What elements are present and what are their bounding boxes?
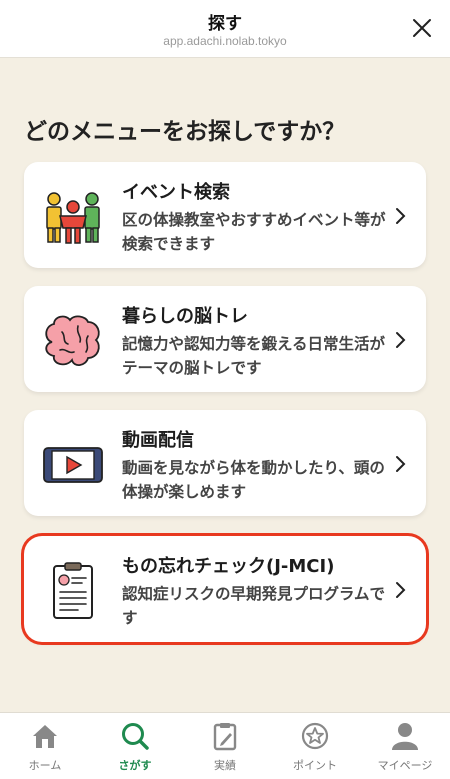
top-bar: 探す app.adachi.nolab.tokyo <box>0 0 450 58</box>
tab-records[interactable]: 実績 <box>180 713 270 779</box>
clipboard-pencil-icon <box>213 723 237 751</box>
chevron-right-icon <box>396 456 406 472</box>
tab-label: ホーム <box>28 759 62 772</box>
card-title: 暮らしの脳トレ <box>122 306 248 327</box>
chevron-right-icon <box>396 582 406 598</box>
page-url: app.adachi.nolab.tokyo <box>163 34 287 48</box>
card-description: 記憶力や認知力等を鍛える日常生活がテーマの脳トレです <box>122 335 386 377</box>
card-description: 認知症リスクの早期発見プログラムです <box>122 585 386 627</box>
video-card[interactable]: 動画配信 動画を見ながら体を動かしたり、頭の体操が楽しめます <box>24 410 426 516</box>
star-icon <box>301 722 329 750</box>
person-icon <box>392 723 418 750</box>
card-description: 区の体操教室やおすすめイベント等が検索できます <box>122 211 386 253</box>
home-icon <box>33 725 57 748</box>
brain-training-card[interactable]: 暮らしの脳トレ 記憶力や認知力等を鍛える日常生活がテーマの脳トレです <box>24 286 426 392</box>
brain-icon <box>45 315 100 366</box>
tab-label: マイページ <box>377 759 433 772</box>
page-title: 探す <box>208 14 242 34</box>
clipboard-icon <box>53 562 93 619</box>
tab-mypage[interactable]: マイページ <box>360 713 450 779</box>
close-icon[interactable] <box>410 16 434 40</box>
tab-home[interactable]: ホーム <box>0 713 90 779</box>
memory-check-card[interactable]: もの忘れチェック(J-MCI) 認知症リスクの早期発見プログラムです <box>24 536 426 642</box>
card-title: イベント検索 <box>122 182 230 203</box>
video-play-icon <box>43 447 103 483</box>
tab-label: ポイント <box>293 759 337 772</box>
event-search-card[interactable]: イベント検索 区の体操教室やおすすめイベント等が検索できます <box>24 162 426 268</box>
chevron-right-icon <box>396 332 406 348</box>
bottom-tab-bar: ホーム さがす 実績 ポイント マイページ <box>0 712 450 779</box>
search-icon <box>122 723 149 750</box>
tab-points[interactable]: ポイント <box>270 713 360 779</box>
tab-label: 実績 <box>214 759 236 772</box>
menu-heading: どのメニューをお探しですか？ <box>24 119 346 145</box>
people-icon <box>46 192 100 244</box>
chevron-right-icon <box>396 208 406 224</box>
tab-search[interactable]: さがす <box>90 713 180 779</box>
card-description: 動画を見ながら体を動かしたり、頭の体操が楽しめます <box>122 459 385 501</box>
card-title: 動画配信 <box>122 430 194 451</box>
card-title: もの忘れチェック(J-MCI) <box>122 556 335 577</box>
tab-label: さがす <box>118 759 152 772</box>
